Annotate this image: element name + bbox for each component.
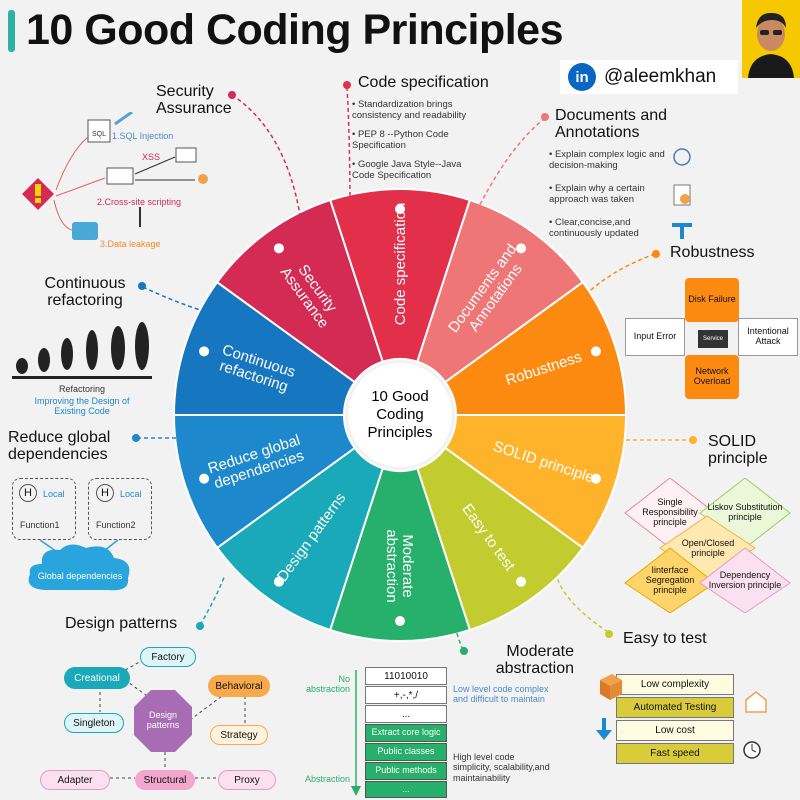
documents-title: Documents and Annotations <box>555 107 668 141</box>
solid-srp: Single Responsibility principle <box>642 497 698 527</box>
abstraction-axis-top: No abstraction <box>305 674 350 694</box>
local-label-1: Local <box>43 489 65 499</box>
abstraction-axis-bottom: Abstraction <box>304 774 350 784</box>
solid-isp: Iinterface Segregation principle <box>645 565 695 595</box>
abstraction-row-1: 11010010 <box>365 667 447 685</box>
refactoring-subcaption: Improving the Design of Existing Code <box>34 396 130 416</box>
data-leakage-label: 3.Data leakage <box>100 239 161 249</box>
code-spec-bullet-1: • Standardization brings consistency and… <box>352 99 467 121</box>
abstraction-row-4: Extract core logic <box>365 724 447 742</box>
wheel-label-1-line-1: Code specification <box>392 203 409 326</box>
documents-bullet-1: • Explain complex logic and decision-mak… <box>549 149 665 171</box>
service-box: Service <box>698 330 728 348</box>
pattern-proxy: Proxy <box>218 770 276 790</box>
function1-label: Function1 <box>20 520 60 530</box>
code-spec-title: Code specification <box>358 74 489 91</box>
code-spec-bullet-3: • Google Java Style--Java Code Specifica… <box>352 159 462 181</box>
global-deps-title: Reduce global dependencies <box>8 429 111 463</box>
local-label-2: Local <box>120 489 142 499</box>
disk-failure-box: Disk Failure <box>685 278 739 322</box>
abstraction-note-high: High level code simplicity, scalability,… <box>453 752 550 783</box>
pattern-structural: Structural <box>135 770 195 790</box>
wheel-label-6-line-1: Moderate <box>399 534 416 597</box>
network-overload-box: Network Overload <box>685 355 739 399</box>
solid-dip: Dependency Inversion principle <box>708 570 782 590</box>
design-patterns-title: Design patterns <box>65 615 178 632</box>
wheel-label-6: Moderateabstraction <box>383 529 416 602</box>
refactoring-title: Continuous refactoring <box>44 275 126 309</box>
wheel-segment-dot-5 <box>516 576 527 587</box>
h-icon-2: H <box>96 484 114 502</box>
pattern-strategy: Strategy <box>210 725 268 745</box>
wheel-center-label-1: 10 Good <box>371 388 429 405</box>
h-icon-1: H <box>19 484 37 502</box>
abstraction-title: Moderate abstraction <box>495 643 574 677</box>
xss-label: XSS <box>142 152 161 162</box>
easy-test-icons <box>596 674 767 759</box>
function2-label: Function2 <box>96 520 136 530</box>
abstraction-row-7: ... <box>365 781 447 798</box>
global-deps-label: Global dependencies <box>37 571 123 582</box>
sql-injection-label: 1.SQL Injection <box>112 131 174 141</box>
cross-site-label: 2.Cross-site scripting <box>97 197 182 207</box>
robustness-title: Robustness <box>670 244 755 261</box>
abstraction-row-6: Public methods <box>365 762 447 780</box>
documents-bullet-2: • Explain why a certain approach was tak… <box>549 183 645 205</box>
wheel-center-label-3: Principles <box>367 424 432 441</box>
abstraction-axis-arrow <box>351 670 361 796</box>
pattern-singleton: Singleton <box>64 713 124 733</box>
wheel-segment-dot-10 <box>273 243 284 254</box>
solid-lsp: Liskov Substitution principle <box>707 502 783 522</box>
wheel-label-1: Code specification <box>392 203 409 326</box>
pattern-factory: Factory <box>140 647 196 667</box>
evolution-icon <box>12 322 152 379</box>
code-spec-bullet-2: • PEP 8 --Python Code Specification <box>352 129 449 151</box>
solid-ocp: Open/Closed principle <box>681 538 735 558</box>
wheel-center-label-2: Coding <box>376 406 424 423</box>
abstraction-row-3: ... <box>365 705 447 723</box>
easy-test-title: Easy to test <box>623 630 707 647</box>
pattern-center: Design patterns <box>146 710 180 730</box>
wheel-segment-dot-3 <box>590 346 601 357</box>
wheel-segment-dot-6 <box>395 616 405 626</box>
input-error-box: Input Error <box>625 318 685 356</box>
refactoring-caption: Refactoring <box>58 384 106 394</box>
documents-bullet-3: • Clear,concise,and continuously updated <box>549 217 639 239</box>
pattern-behavioral: Behavioral <box>208 675 270 697</box>
solid-title: SOLID principle <box>708 433 768 467</box>
abstraction-row-2: +,-,*,/ <box>365 686 447 704</box>
abstraction-row-5: Public classes <box>365 743 447 761</box>
sql-label: SQL <box>92 131 106 138</box>
wheel-segment-dot-8 <box>199 473 210 484</box>
abstraction-note-low: Low level code complex and difficult to … <box>453 684 549 705</box>
wheel-segment-dot-9 <box>199 346 210 357</box>
pattern-adapter: Adapter <box>40 770 110 790</box>
wheel-label-6-line-2: abstraction <box>383 529 400 602</box>
documents-icons <box>672 148 692 239</box>
intentional-attack-box: Intentional Attack <box>738 318 798 356</box>
pattern-creational: Creational <box>64 667 130 689</box>
